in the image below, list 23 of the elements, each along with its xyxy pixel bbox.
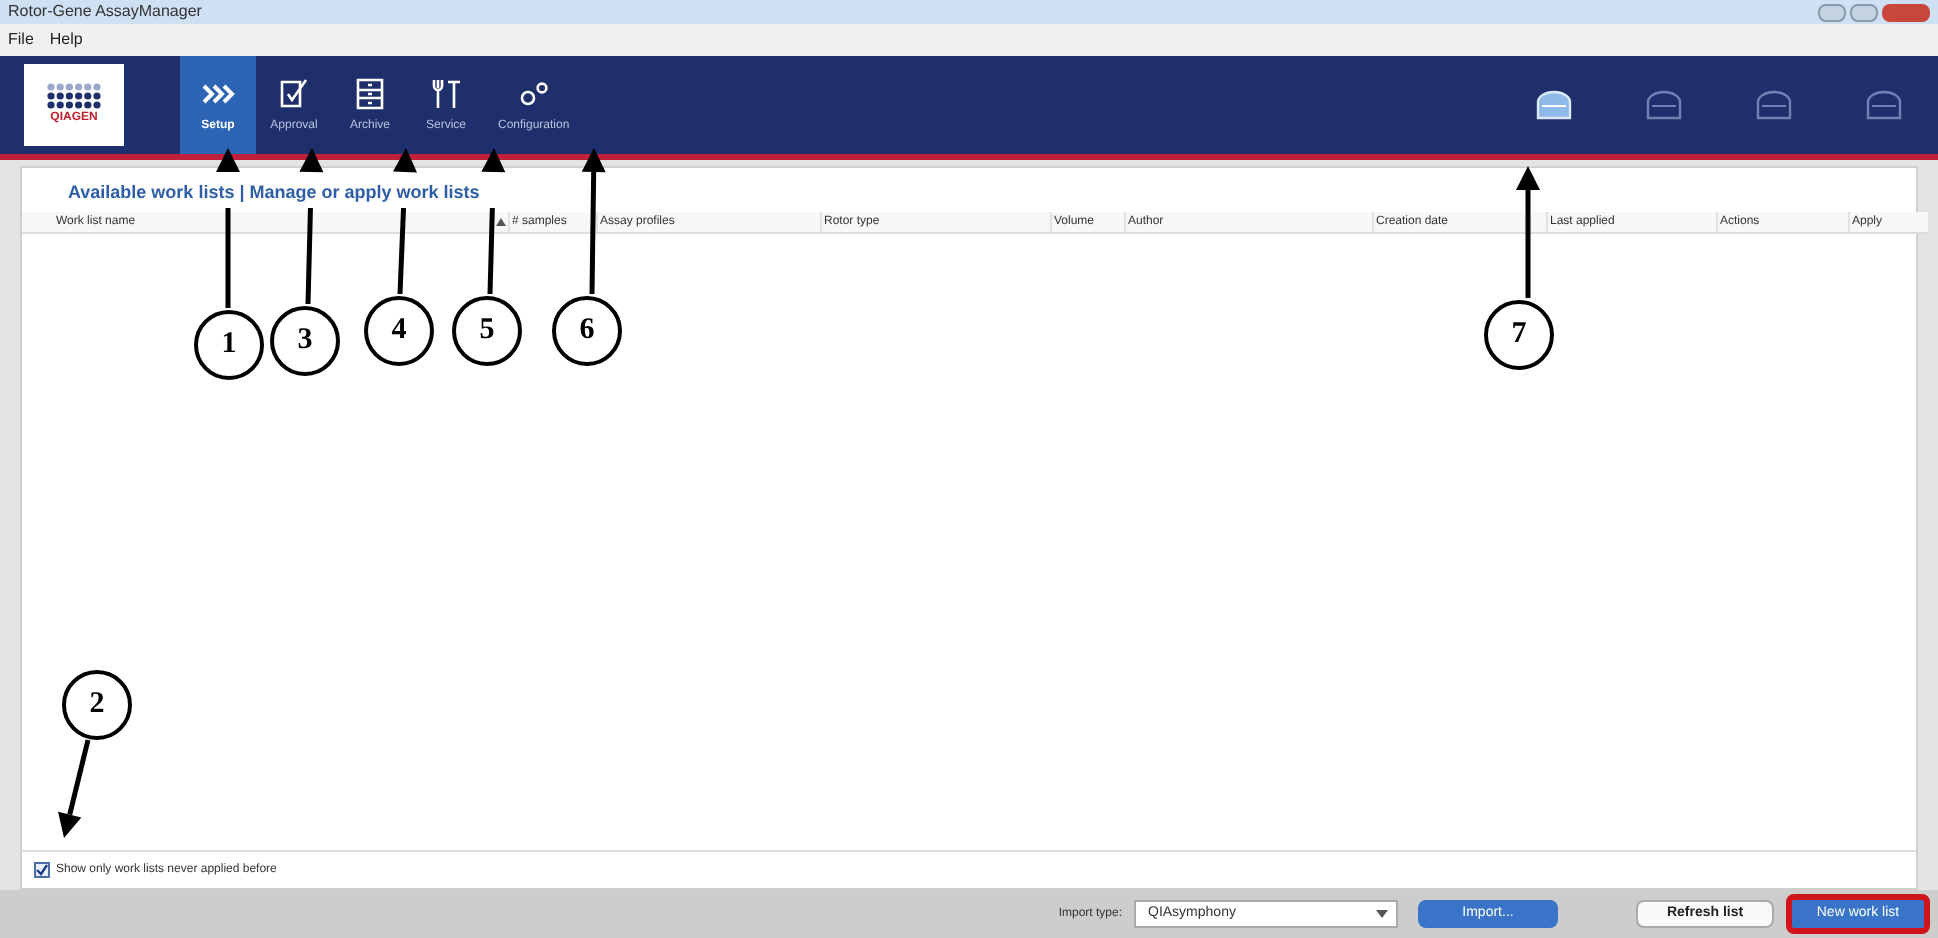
leader-line (397, 207, 407, 295)
close-button[interactable] (1882, 3, 1930, 21)
maximize-button[interactable] (1850, 3, 1878, 21)
arrow-head (216, 148, 240, 172)
callout-arrow (1516, 166, 1540, 298)
panel-title: Available work lists | Manage or apply work lists (68, 182, 480, 204)
arrow-head (393, 148, 417, 173)
menu-item[interactable]: File (8, 28, 34, 52)
check-icon (36, 864, 48, 876)
window-title: Rotor-Gene AssayManager (8, 0, 202, 24)
menu-item[interactable]: Help (49, 28, 83, 52)
tools-icon (428, 75, 464, 111)
checkbox[interactable] (34, 862, 50, 878)
minimize-button[interactable] (1818, 3, 1846, 21)
arrow-head (481, 148, 506, 173)
dots-icon (46, 82, 102, 110)
callout-arrow (58, 739, 91, 838)
arrow-head (299, 148, 324, 173)
leader-line (225, 208, 231, 308)
checklist-icon (276, 75, 312, 111)
cabinet-icon (352, 75, 388, 111)
leader-line (305, 207, 313, 305)
leader-line (487, 207, 495, 295)
